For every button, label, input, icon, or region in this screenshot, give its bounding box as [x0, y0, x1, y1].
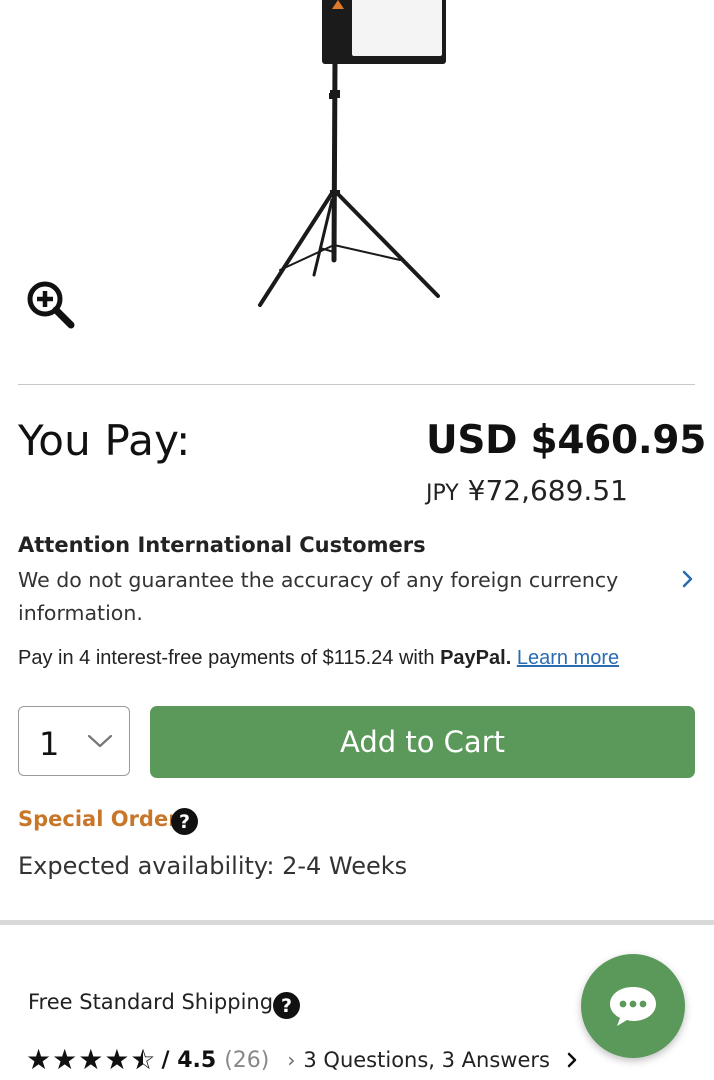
- review-count[interactable]: (26): [224, 1048, 269, 1073]
- zoom-in-icon[interactable]: [24, 278, 76, 330]
- paypal-text: Pay in 4 interest-free payments of $115.…: [18, 647, 441, 669]
- quantity-value: 1: [39, 725, 60, 763]
- usd-price: USD $460.95: [426, 418, 707, 463]
- brand-logo-mark: [332, 0, 344, 9]
- softbox-diffuser: [352, 0, 442, 56]
- divider: [18, 384, 695, 385]
- international-notice-body: We do not guarantee the accuracy of any …: [18, 568, 619, 625]
- star-full-icon: ★: [78, 1043, 104, 1076]
- help-icon[interactable]: ?: [171, 808, 198, 835]
- paypal-brand: PayPal.: [440, 647, 512, 669]
- you-pay-label: You Pay:: [18, 416, 191, 465]
- chevron-right-icon[interactable]: [678, 566, 698, 592]
- paypal-installments: Pay in 4 interest-free payments of $115.…: [18, 647, 619, 670]
- star-half-icon: ☆ ★: [130, 1043, 156, 1076]
- product-image-stand: [250, 60, 450, 310]
- international-notice-title: Attention International Customers: [18, 533, 426, 557]
- star-rating: ★ ★ ★ ★ ☆ ★: [26, 1046, 156, 1074]
- star-full-icon: ★: [52, 1043, 78, 1076]
- jpy-currency-code: JPY: [426, 481, 459, 506]
- chevron-right-icon: ›: [287, 1048, 296, 1072]
- rating-row[interactable]: ★ ★ ★ ★ ☆ ★ / 4.5 (26) › 3 Questions, 3 …: [26, 1043, 578, 1077]
- paypal-learn-more-link[interactable]: Learn more: [517, 647, 619, 669]
- quantity-select[interactable]: 1: [18, 706, 130, 776]
- chevron-right-icon: [566, 1050, 578, 1070]
- star-full-icon: ★: [104, 1043, 130, 1076]
- special-order-status: Special Order: [18, 807, 179, 831]
- expected-availability: Expected availability: 2-4 Weeks: [18, 852, 408, 880]
- chat-button[interactable]: [581, 954, 685, 1058]
- questions-answers-link[interactable]: 3 Questions, 3 Answers: [303, 1048, 550, 1072]
- help-icon[interactable]: ?: [273, 992, 300, 1019]
- chevron-down-icon: [85, 731, 115, 751]
- rating-value: / 4.5: [161, 1047, 217, 1073]
- chat-icon: [610, 987, 656, 1026]
- star-full-icon: ★: [26, 1043, 52, 1076]
- product-image-softbox: [322, 0, 446, 64]
- free-shipping-label: Free Standard Shipping: [28, 990, 274, 1014]
- jpy-amount: ¥72,689.51: [467, 474, 628, 507]
- section-divider: [0, 920, 714, 925]
- add-to-cart-button[interactable]: Add to Cart: [150, 706, 695, 778]
- jpy-price: JPY ¥72,689.51: [426, 474, 628, 507]
